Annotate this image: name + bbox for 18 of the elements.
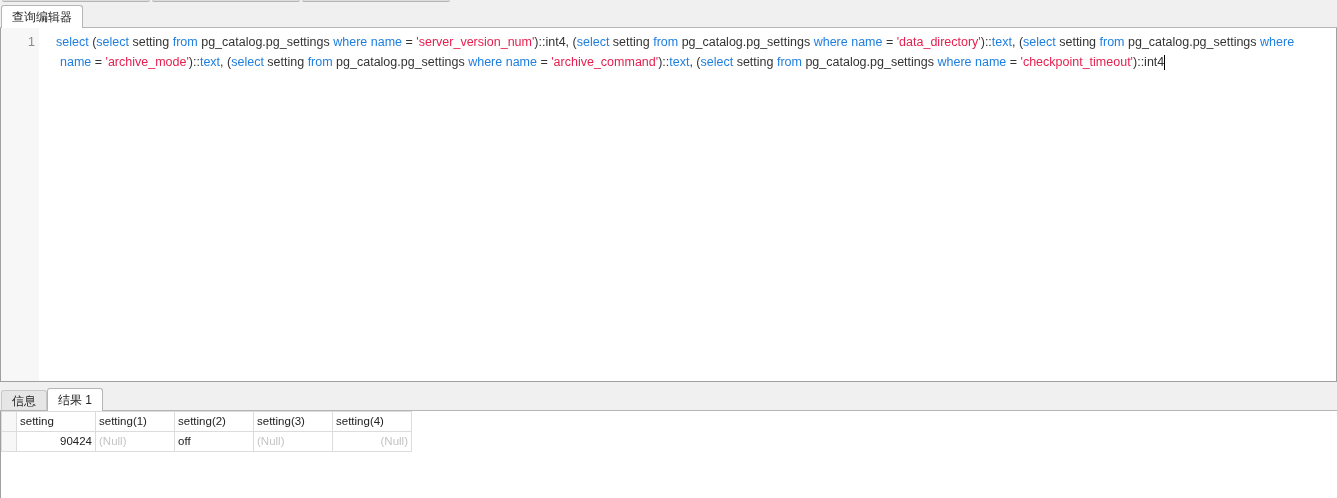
- column-header[interactable]: setting: [16, 411, 96, 432]
- table-cell: (Null): [95, 431, 175, 452]
- line-number: 1: [27, 34, 35, 51]
- tab[interactable]: 信息: [1, 390, 47, 410]
- column-header[interactable]: setting(1): [95, 411, 175, 432]
- table-cell: (Null): [253, 431, 333, 452]
- code-editor[interactable]: [0, 28, 1337, 382]
- table-cell: (Null): [332, 431, 412, 452]
- code-line: select (select setting from pg_catalog.pg_settings where name = 'server_version_num')::int4, (select setting from pg_catalog.pg_settings where name = 'data_directory')::text, (select setting from pg_catalog.pg_settings where: [56, 34, 1295, 51]
- code-line: name = 'archive_mode')::text, (select setting from pg_catalog.pg_settings where name = 'archive_command')::text, (select setting from pg_catalog.pg_settings where name = 'checkpoint_timeout')::int4: [59, 54, 1166, 72]
- text-cursor: [1164, 55, 1166, 71]
- column-header[interactable]: setting(2): [174, 411, 254, 432]
- tab[interactable]: 结果 1: [47, 388, 103, 411]
- column-header[interactable]: setting(3): [253, 411, 333, 432]
- tab[interactable]: 查询编辑器: [1, 5, 83, 28]
- table-cell: off: [174, 431, 254, 452]
- column-header[interactable]: setting(4): [332, 411, 412, 432]
- table-cell: 90424: [16, 431, 96, 452]
